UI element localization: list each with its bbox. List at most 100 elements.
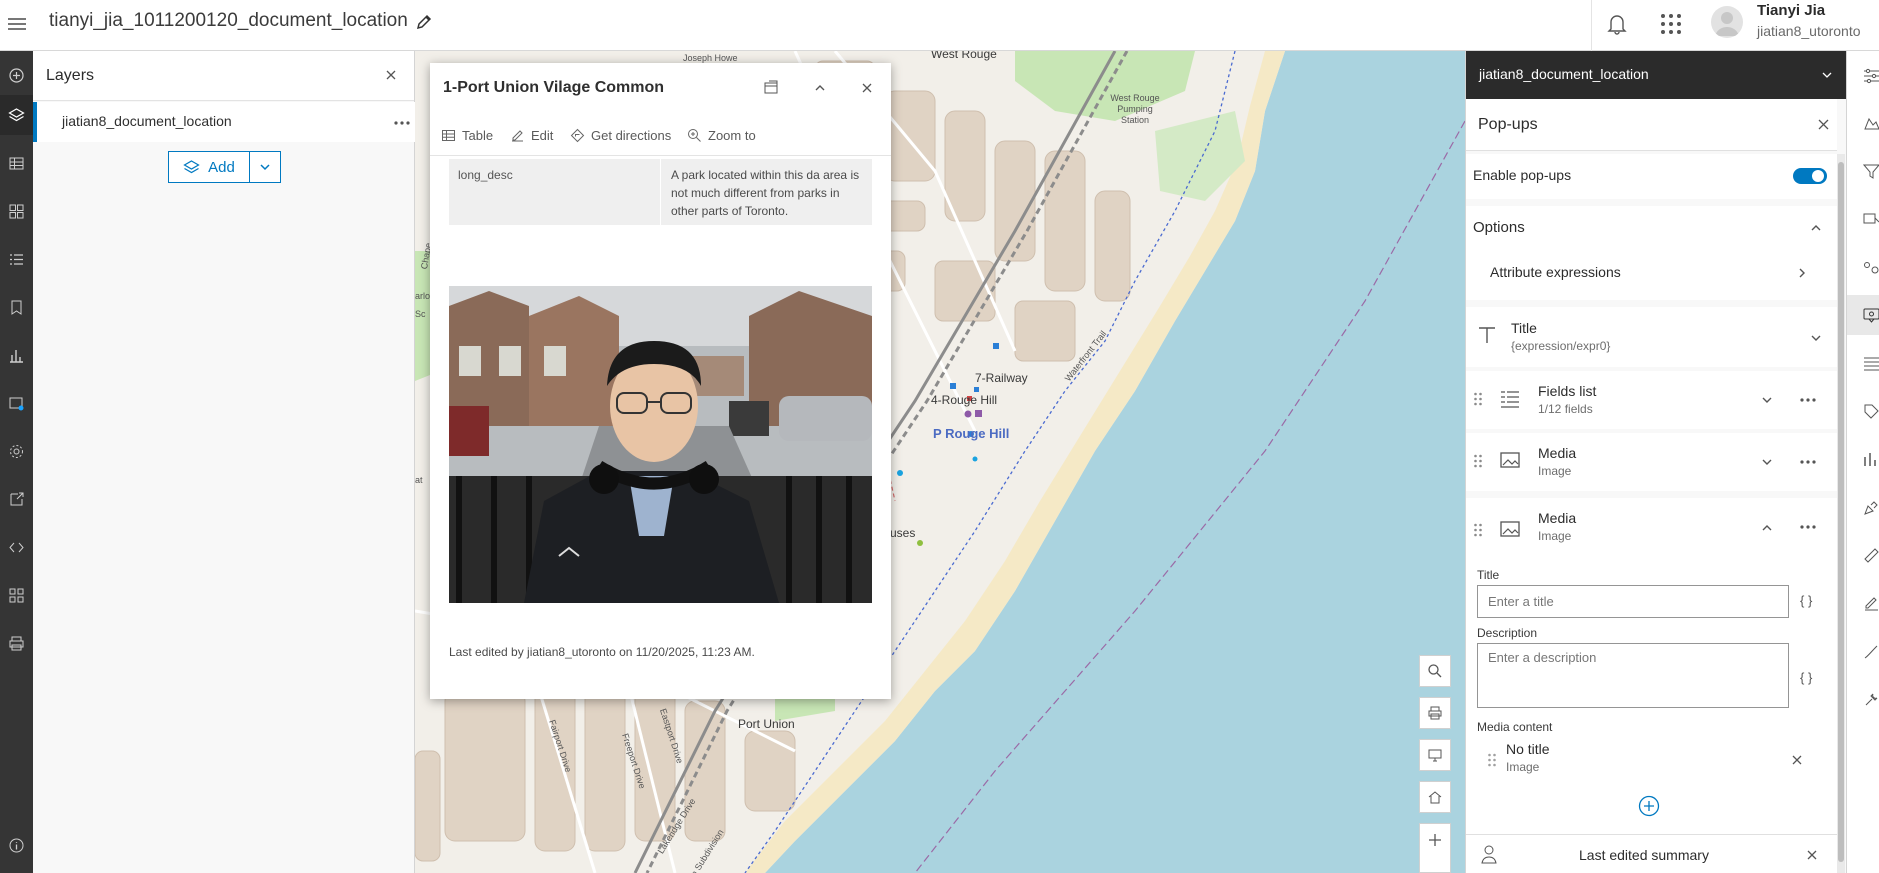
fields-list-subtitle: 1/12 fields bbox=[1538, 402, 1593, 416]
remove-icon[interactable] bbox=[1806, 849, 1818, 861]
user-name[interactable]: Tianyi Jia bbox=[1757, 2, 1825, 19]
more-options-icon[interactable] bbox=[1799, 453, 1817, 471]
edit-title-pencil-icon[interactable] bbox=[414, 12, 434, 32]
close-icon[interactable] bbox=[1817, 118, 1830, 131]
draw-icon[interactable] bbox=[1847, 631, 1879, 671]
chevron-down-icon[interactable] bbox=[1761, 394, 1773, 406]
layer-name[interactable]: jiatian8_document_location bbox=[62, 113, 232, 129]
directions-action[interactable]: Get directions bbox=[570, 128, 671, 143]
charts-icon[interactable] bbox=[0, 335, 33, 375]
print-icon[interactable] bbox=[0, 623, 33, 663]
fullscreen-button[interactable] bbox=[1419, 739, 1451, 771]
close-icon[interactable] bbox=[858, 79, 876, 97]
app-launcher-icon[interactable] bbox=[1658, 11, 1684, 37]
media-description-text[interactable] bbox=[1478, 644, 1788, 707]
table-action[interactable]: Table bbox=[441, 128, 493, 143]
filter-icon[interactable] bbox=[1847, 151, 1879, 191]
basemap-icon[interactable] bbox=[0, 191, 33, 231]
drag-handle-icon[interactable] bbox=[1473, 522, 1483, 538]
expression-braces-button[interactable]: { } bbox=[1800, 670, 1812, 685]
settings-icon[interactable] bbox=[0, 431, 33, 471]
options-label[interactable]: Options bbox=[1473, 219, 1525, 236]
media-title-text[interactable] bbox=[1478, 586, 1788, 617]
measure-icon[interactable] bbox=[1847, 535, 1879, 575]
sketch-icon[interactable] bbox=[0, 383, 33, 423]
feature-popup: 1-Port Union Vilage Common Table Edit Ge… bbox=[430, 63, 891, 699]
print-map-button[interactable] bbox=[1419, 697, 1451, 729]
media-block[interactable]: Media Image bbox=[1466, 433, 1837, 491]
apps-icon[interactable] bbox=[0, 575, 33, 615]
remove-icon[interactable] bbox=[1791, 754, 1803, 766]
layer-selector[interactable]: jiatian8_document_location bbox=[1466, 51, 1847, 99]
forms-icon[interactable] bbox=[1847, 439, 1879, 479]
close-icon[interactable] bbox=[384, 68, 398, 82]
popup-photo[interactable] bbox=[449, 286, 872, 603]
media-block-subtitle: Image bbox=[1538, 464, 1572, 478]
table-icon[interactable] bbox=[0, 143, 33, 183]
more-options-icon[interactable] bbox=[393, 114, 411, 132]
layer-item[interactable]: jiatian8_document_location bbox=[33, 102, 415, 142]
search-map-button[interactable] bbox=[1419, 655, 1451, 687]
expression-braces-button[interactable]: { } bbox=[1800, 593, 1812, 608]
add-button-main[interactable]: Add bbox=[169, 152, 250, 182]
home-button[interactable] bbox=[1419, 781, 1451, 813]
bell-icon[interactable] bbox=[1604, 10, 1630, 38]
info-icon[interactable] bbox=[0, 825, 33, 865]
scrollbar[interactable] bbox=[1837, 154, 1845, 873]
properties-icon[interactable] bbox=[1847, 55, 1879, 95]
effects-icon[interactable] bbox=[1847, 199, 1879, 239]
more-options-icon[interactable] bbox=[1799, 391, 1817, 409]
media-item-title[interactable]: No title bbox=[1506, 741, 1550, 757]
user-id[interactable]: jiatian8_utoronto bbox=[1757, 23, 1861, 39]
bookmark-icon[interactable] bbox=[0, 287, 33, 327]
add-layer-button[interactable]: Add bbox=[168, 151, 281, 183]
clustering-icon[interactable] bbox=[1847, 247, 1879, 287]
list-icon bbox=[1499, 388, 1521, 410]
plus-icon bbox=[1429, 834, 1441, 846]
collapse-icon[interactable] bbox=[811, 79, 829, 97]
attribute-divider bbox=[660, 159, 661, 225]
fields-list-block[interactable]: Fields list 1/12 fields bbox=[1466, 371, 1837, 429]
last-edited-block[interactable]: Last edited summary bbox=[1466, 834, 1837, 873]
add-content-icon[interactable] bbox=[1638, 795, 1660, 817]
title-block[interactable]: Title {expression/expr0} bbox=[1466, 307, 1837, 367]
search-icon bbox=[1428, 664, 1442, 678]
chevron-up-icon[interactable] bbox=[1761, 522, 1773, 534]
enable-popups-toggle[interactable] bbox=[1793, 168, 1827, 184]
wrench-icon[interactable] bbox=[1847, 679, 1879, 719]
chevron-up-icon[interactable] bbox=[1810, 222, 1822, 234]
sketch-edit-icon[interactable] bbox=[1847, 487, 1879, 527]
popups-icon[interactable] bbox=[1847, 295, 1879, 335]
scrollbar-thumb[interactable] bbox=[1838, 162, 1844, 862]
legend-icon[interactable] bbox=[0, 239, 33, 279]
chevron-down-icon[interactable] bbox=[1810, 332, 1822, 344]
options-section: Options Attribute expressions bbox=[1466, 206, 1837, 300]
share-icon[interactable] bbox=[0, 479, 33, 519]
edit-icon[interactable] bbox=[1847, 583, 1879, 623]
media-description-input[interactable] bbox=[1477, 643, 1789, 708]
drag-handle-icon[interactable] bbox=[1473, 453, 1483, 469]
avatar[interactable] bbox=[1711, 6, 1743, 38]
embed-icon[interactable] bbox=[0, 527, 33, 567]
app-title[interactable]: tianyi_jia_1011200120_document_location bbox=[49, 10, 408, 32]
layers-icon[interactable] bbox=[0, 95, 33, 135]
menu-icon[interactable] bbox=[3, 10, 31, 38]
zoom-in-button[interactable] bbox=[1419, 823, 1451, 873]
zoom-to-action[interactable]: Zoom to bbox=[687, 128, 756, 143]
attribute-expressions-row[interactable]: Attribute expressions bbox=[1466, 251, 1837, 297]
dock-icon[interactable] bbox=[762, 79, 780, 97]
labels-icon[interactable] bbox=[1847, 391, 1879, 431]
more-options-icon[interactable] bbox=[1799, 518, 1817, 536]
add-layer-icon[interactable] bbox=[0, 55, 33, 95]
add-dropdown[interactable] bbox=[250, 152, 280, 182]
fields-icon[interactable] bbox=[1847, 343, 1879, 383]
zoom-icon bbox=[688, 129, 701, 142]
media-title-input[interactable] bbox=[1477, 585, 1789, 618]
drag-handle-icon[interactable] bbox=[1473, 391, 1483, 407]
chevron-down-icon[interactable] bbox=[1820, 68, 1834, 82]
drag-handle-icon[interactable] bbox=[1487, 752, 1497, 768]
styles-icon[interactable] bbox=[1847, 103, 1879, 143]
media-block-expanded: Media Image Title { } Description { } Me… bbox=[1466, 498, 1837, 873]
chevron-down-icon[interactable] bbox=[1761, 456, 1773, 468]
edit-action[interactable]: Edit bbox=[510, 128, 553, 143]
